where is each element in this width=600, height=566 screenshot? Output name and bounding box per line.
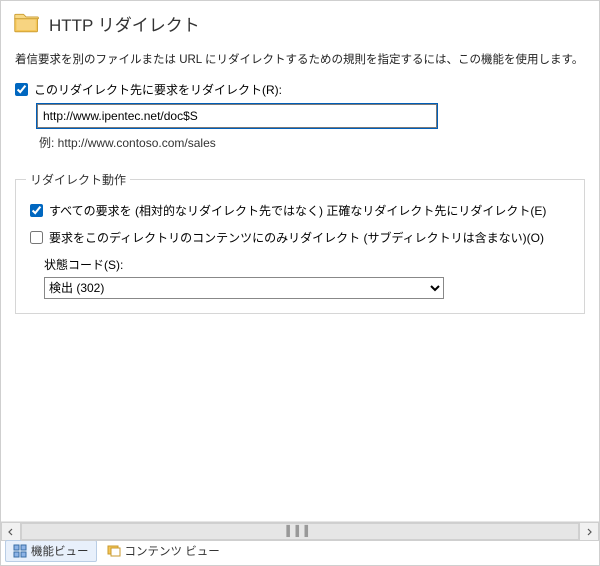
scroll-track[interactable]: ▌▌▌ xyxy=(21,522,579,541)
scroll-right-button[interactable] xyxy=(579,522,599,541)
view-tabs: 機能ビュー コンテンツ ビュー xyxy=(1,541,599,565)
redirect-behavior-legend: リダイレクト動作 xyxy=(26,171,130,188)
example-text: 例: http://www.contoso.com/sales xyxy=(39,134,587,151)
content-view-label: コンテンツ ビュー xyxy=(125,543,220,559)
features-view-tab[interactable]: 機能ビュー xyxy=(5,540,97,562)
description-text: 着信要求を別のファイルまたは URL にリダイレクトするための規則を指定するには… xyxy=(15,51,587,67)
folder-icon xyxy=(13,9,41,37)
exact-redirect-checkbox[interactable] xyxy=(30,204,43,217)
exact-redirect-label: すべての要求を (相対的なリダイレクト先ではなく) 正確なリダイレクト先にリダイ… xyxy=(49,202,546,219)
horizontal-scrollbar[interactable]: ▌▌▌ xyxy=(1,521,599,541)
redirect-enable-row[interactable]: このリダイレクト先に要求をリダイレクト(R): xyxy=(15,81,587,98)
page-title: HTTP リダイレクト xyxy=(49,11,200,36)
content-view-tab[interactable]: コンテンツ ビュー xyxy=(99,540,228,562)
example-prefix: 例: xyxy=(39,136,58,150)
redirect-url-row xyxy=(13,104,587,128)
example-url: http://www.contoso.com/sales xyxy=(58,136,216,150)
redirect-enable-label: このリダイレクト先に要求をリダイレクト(R): xyxy=(34,81,282,98)
only-dir-row[interactable]: 要求をこのディレクトリのコンテンツにのみリダイレクト (サブディレクトリは含まな… xyxy=(30,229,574,246)
content-pane: HTTP リダイレクト 着信要求を別のファイルまたは URL にリダイレクトする… xyxy=(1,1,599,521)
only-dir-label: 要求をこのディレクトリのコンテンツにのみリダイレクト (サブディレクトリは含まな… xyxy=(49,229,544,246)
status-code-label: 状態コード(S): xyxy=(44,256,574,273)
status-code-select[interactable]: 検出 (302) xyxy=(44,277,444,299)
only-dir-checkbox[interactable] xyxy=(30,231,43,244)
window: HTTP リダイレクト 着信要求を別のファイルまたは URL にリダイレクトする… xyxy=(0,0,600,566)
scroll-left-button[interactable] xyxy=(1,522,21,541)
title-row: HTTP リダイレクト xyxy=(13,9,587,37)
features-view-icon xyxy=(13,544,27,558)
features-view-label: 機能ビュー xyxy=(31,543,89,559)
redirect-url-input[interactable] xyxy=(37,104,437,128)
content-view-icon xyxy=(107,544,121,558)
exact-redirect-row[interactable]: すべての要求を (相対的なリダイレクト先ではなく) 正確なリダイレクト先にリダイ… xyxy=(30,202,574,219)
redirect-enable-checkbox[interactable] xyxy=(15,83,28,96)
scroll-thumb[interactable]: ▌▌▌ xyxy=(21,523,579,540)
redirect-behavior-group: リダイレクト動作 すべての要求を (相対的なリダイレクト先ではなく) 正確なリダ… xyxy=(15,171,585,314)
